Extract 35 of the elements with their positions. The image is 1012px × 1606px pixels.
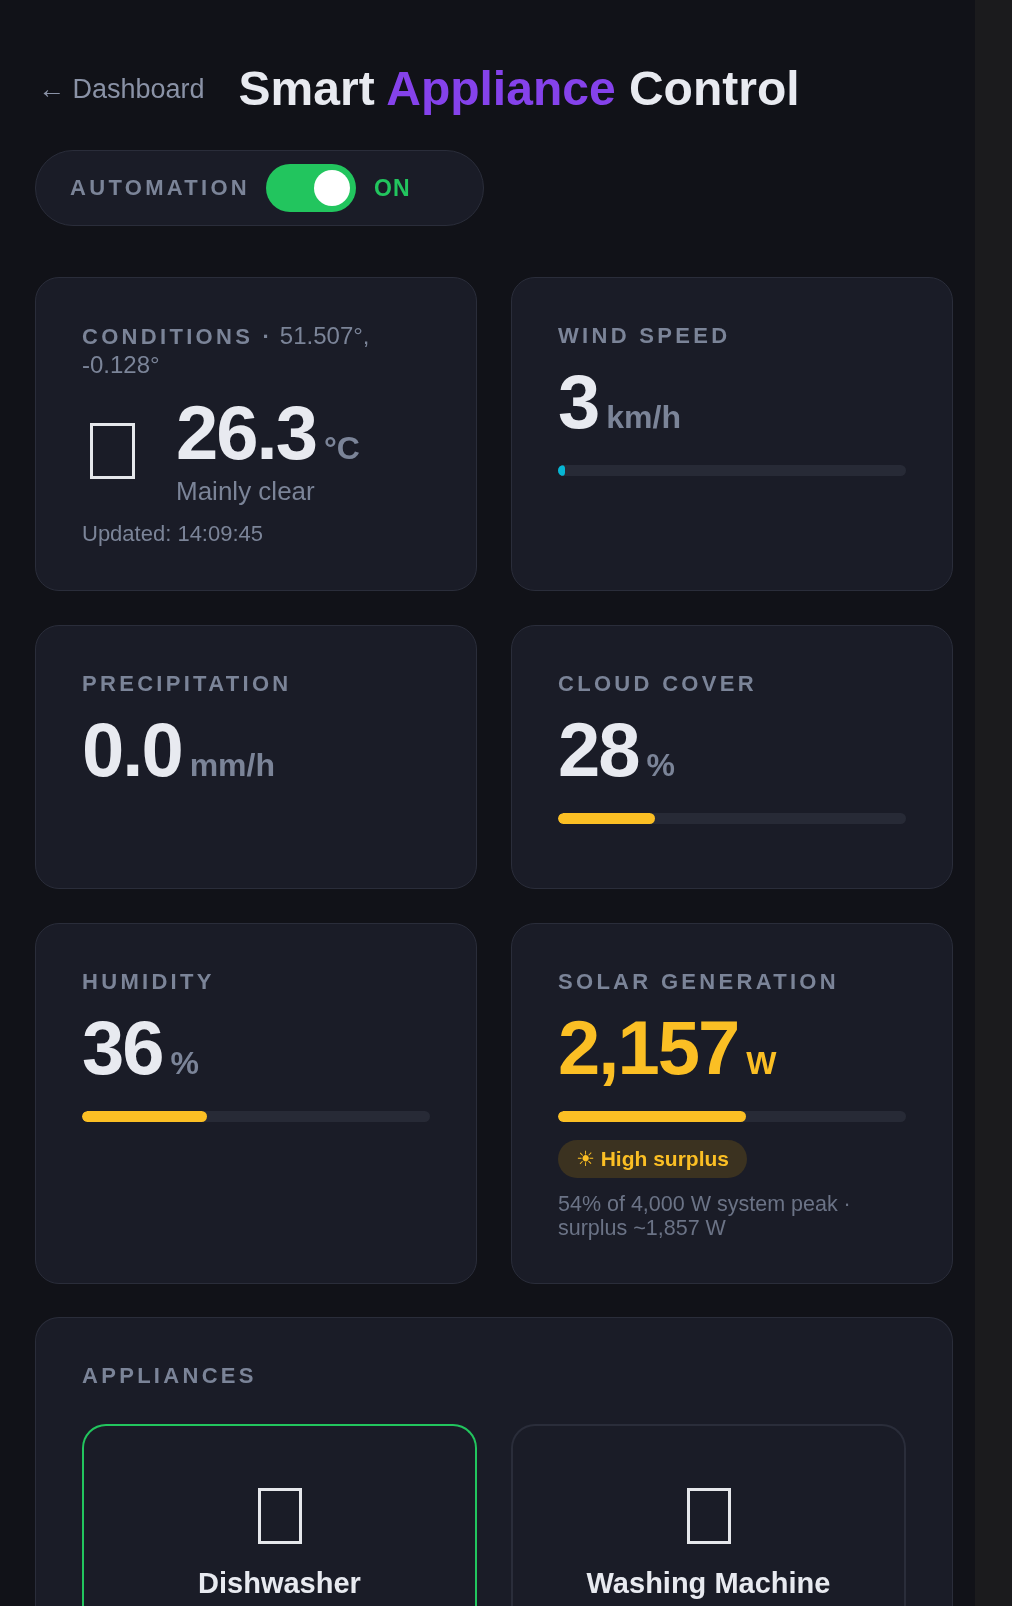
section-label: APPLIANCES bbox=[82, 1362, 257, 1390]
back-link[interactable]: ← Dashboard bbox=[38, 72, 205, 106]
appliance-card[interactable]: Washing Machine bbox=[511, 1424, 906, 1606]
card-label: HUMIDITY bbox=[82, 968, 215, 996]
automation-status: ON bbox=[374, 174, 411, 202]
metric-unit: % bbox=[170, 1047, 199, 1079]
card-label: PRECIPITATION bbox=[82, 670, 292, 698]
metric-unit: % bbox=[646, 749, 675, 781]
solar-note: 54% of 4,000 W system peak · surplus ~1,857 W bbox=[558, 1192, 852, 1240]
automation-label: AUTOMATION bbox=[70, 175, 251, 201]
metric-unit: km/h bbox=[606, 401, 681, 433]
weather-description: Mainly clear bbox=[176, 476, 315, 507]
metric-unit: mm/h bbox=[189, 749, 275, 781]
metric-unit: W bbox=[746, 1047, 777, 1079]
appliance-card[interactable]: Dishwasher bbox=[82, 1424, 477, 1606]
updated-time: Updated: 14:09:45 bbox=[82, 521, 264, 547]
card-label: CONDITIONS · 51.507°, -0.128° bbox=[82, 322, 371, 379]
card-label: SOLAR GENERATION bbox=[558, 968, 839, 996]
placeholder-icon bbox=[686, 1488, 731, 1544]
temperature-unit: °C bbox=[323, 432, 360, 464]
placeholder-icon bbox=[257, 1488, 302, 1544]
card-label: CLOUD COVER bbox=[558, 670, 757, 698]
automation-toggle[interactable] bbox=[266, 164, 357, 212]
temperature-value: 26.3 bbox=[176, 395, 316, 471]
metric-value: 36 bbox=[82, 1010, 163, 1086]
page-title: Smart Appliance Control bbox=[238, 61, 800, 117]
metric-value: 3 bbox=[558, 364, 599, 440]
surplus-badge: ☀ High surplus bbox=[558, 1140, 747, 1178]
metric-value: 2,157 bbox=[558, 1010, 739, 1086]
appliance-name: Dishwasher bbox=[198, 1569, 361, 1598]
metric-value: 0.0 bbox=[82, 712, 182, 788]
card-label: WIND SPEED bbox=[558, 322, 731, 350]
placeholder-icon bbox=[90, 423, 135, 479]
metric-value: 28 bbox=[558, 712, 639, 788]
appliance-name: Washing Machine bbox=[586, 1569, 831, 1598]
